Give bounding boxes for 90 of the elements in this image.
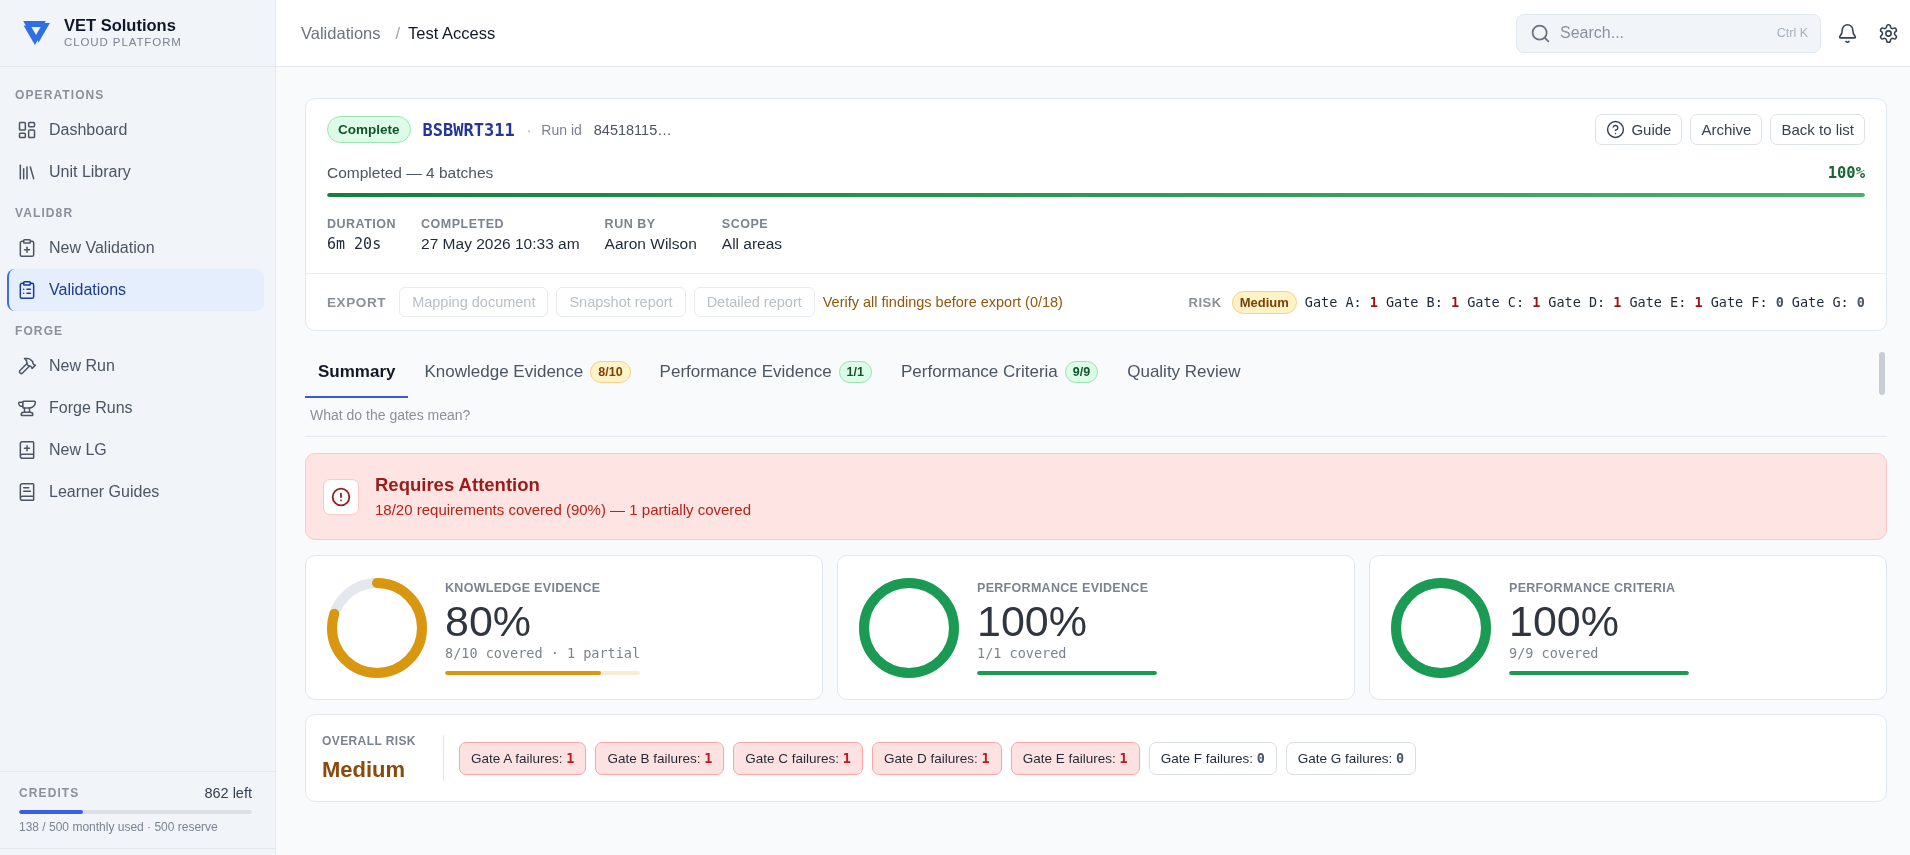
tab[interactable]: Performance Evidence 1/1 — [646, 348, 885, 398]
bell-icon[interactable] — [1837, 22, 1858, 44]
gate-failure-badge: Gate D failures: 1 — [872, 741, 1002, 775]
gate-count: Gate G: 0 — [1791, 294, 1865, 310]
grid-icon — [17, 120, 37, 140]
gate-failure-badge: Gate B failures: 1 — [595, 741, 725, 775]
coverage-label: PERFORMANCE EVIDENCE — [977, 580, 1150, 596]
run-id-label: Run id — [541, 121, 582, 138]
coverage-percent: 80% — [445, 598, 533, 644]
hammer-icon — [17, 356, 37, 376]
risk-label: RISK — [1188, 294, 1222, 310]
anvil-icon — [17, 398, 37, 418]
nav-item[interactable]: New Validation — [7, 227, 264, 269]
gate-failure-badge: Gate G failures: 0 — [1285, 741, 1417, 775]
alert-icon — [323, 478, 359, 515]
meta-label: DURATION — [327, 216, 397, 232]
nav-item[interactable]: New Run — [7, 345, 264, 387]
breadcrumb-current: Test Access — [408, 23, 496, 43]
coverage-percent: 100% — [1509, 598, 1620, 644]
count-badge: 8/10 — [590, 361, 631, 383]
status-badge: Complete — [327, 116, 411, 143]
progress-label: Completed — 4 batches — [327, 164, 494, 182]
gate-failure-badge: Gate F failures: 0 — [1148, 741, 1277, 775]
nav-section-title: OPERATIONS — [14, 87, 106, 104]
coverage-detail: 9/9 covered — [1509, 644, 1600, 662]
nav-section-title: FORGE — [14, 323, 65, 340]
archive-button[interactable]: Archive — [1690, 114, 1763, 145]
breadcrumb-separator: / — [395, 23, 401, 43]
brand-tagline: CLOUD PLATFORM — [64, 36, 182, 50]
alert-message: 18/20 requirements covered (90%) — 1 partially covered — [375, 500, 752, 520]
coverage-label: KNOWLEDGE EVIDENCE — [445, 580, 602, 596]
settings-icon[interactable] — [1878, 22, 1899, 44]
breadcrumb-link[interactable]: Validations — [301, 23, 381, 43]
alert-title: Requires Attention — [375, 473, 541, 497]
dot-separator: · — [526, 121, 532, 138]
nav-item[interactable]: Forge Runs — [7, 387, 264, 429]
book-icon — [17, 482, 37, 502]
coverage-label: PERFORMANCE CRITERIA — [1509, 580, 1677, 596]
shortcut-hint: Ctrl K — [1776, 25, 1808, 41]
export-label: EXPORT — [327, 294, 387, 310]
meta-label: RUN BY — [604, 216, 657, 232]
clipboard-plus-icon — [17, 238, 37, 258]
export-note: Verify all findings before export (0/18) — [822, 294, 1063, 310]
nav-item[interactable]: Dashboard — [7, 109, 264, 151]
count-badge: 9/9 — [1064, 361, 1099, 383]
tab[interactable]: Performance Criteria 9/9 — [888, 348, 1112, 398]
gate-count: Gate B: 1 — [1385, 294, 1460, 310]
progress-percent: 100% — [1827, 164, 1865, 182]
credits-remaining: 862 left — [204, 784, 252, 802]
gate-failure-badge: Gate A failures: 1 — [458, 741, 587, 775]
gate-count: Gate C: 1 — [1467, 294, 1541, 310]
book-plus-icon — [17, 440, 37, 460]
search-icon — [1530, 22, 1551, 44]
scrollbar-thumb[interactable] — [1879, 351, 1885, 395]
nav-section-title: VALID8R — [14, 205, 75, 222]
tab[interactable]: Knowledge Evidence 8/10 — [411, 348, 644, 398]
guide-button[interactable]: Guide — [1595, 114, 1683, 145]
credits-label: CREDITS — [19, 785, 80, 802]
gate-failure-badge: Gate E failures: 1 — [1010, 741, 1140, 775]
meta-label: SCOPE — [721, 216, 770, 232]
gate-failure-badge: Gate C failures: 1 — [733, 741, 863, 775]
gate-count: Gate A: 1 — [1304, 294, 1378, 310]
meta-value: 6m 20s — [327, 234, 383, 254]
nav-item[interactable]: Validations — [7, 269, 264, 311]
gate-count: Gate F: 0 — [1710, 294, 1784, 310]
clipboard-list-icon — [17, 280, 37, 300]
coverage-detail: 8/10 covered · 1 partial — [445, 644, 641, 662]
risk-badge: Medium — [1231, 290, 1297, 314]
count-badge: 1/1 — [838, 361, 872, 383]
books-icon — [17, 162, 37, 182]
coverage-detail: 1/1 covered — [977, 644, 1068, 662]
meta-label: COMPLETED — [421, 216, 506, 232]
meta-value: All areas — [721, 234, 783, 254]
tab[interactable]: Quality Review — [1114, 348, 1254, 398]
back-to-list-button[interactable]: Back to list — [1770, 114, 1865, 145]
brand-name: VET Solutions — [64, 16, 177, 36]
gate-count: Gate E: 1 — [1629, 294, 1703, 310]
credits-detail: 138 / 500 monthly used · 500 reserve — [19, 819, 219, 835]
meta-value: Aaron Wilson — [604, 234, 697, 254]
overall-risk-label: OVERALL RISK — [322, 732, 416, 749]
overall-risk-value: Medium — [322, 755, 407, 784]
nav-item[interactable]: Unit Library — [7, 151, 264, 193]
unit-code: BSBWRT311 — [422, 119, 515, 140]
gate-count: Gate D: 1 — [1548, 294, 1622, 310]
nav-item[interactable]: New LG — [7, 429, 264, 471]
meta-value: 27 May 2026 10:33 am — [421, 234, 580, 254]
coverage-percent: 100% — [977, 598, 1088, 644]
nav-item[interactable]: Learner Guides — [7, 471, 264, 513]
run-id: 84518115… — [593, 121, 672, 138]
tab[interactable]: Summary — [305, 348, 409, 398]
